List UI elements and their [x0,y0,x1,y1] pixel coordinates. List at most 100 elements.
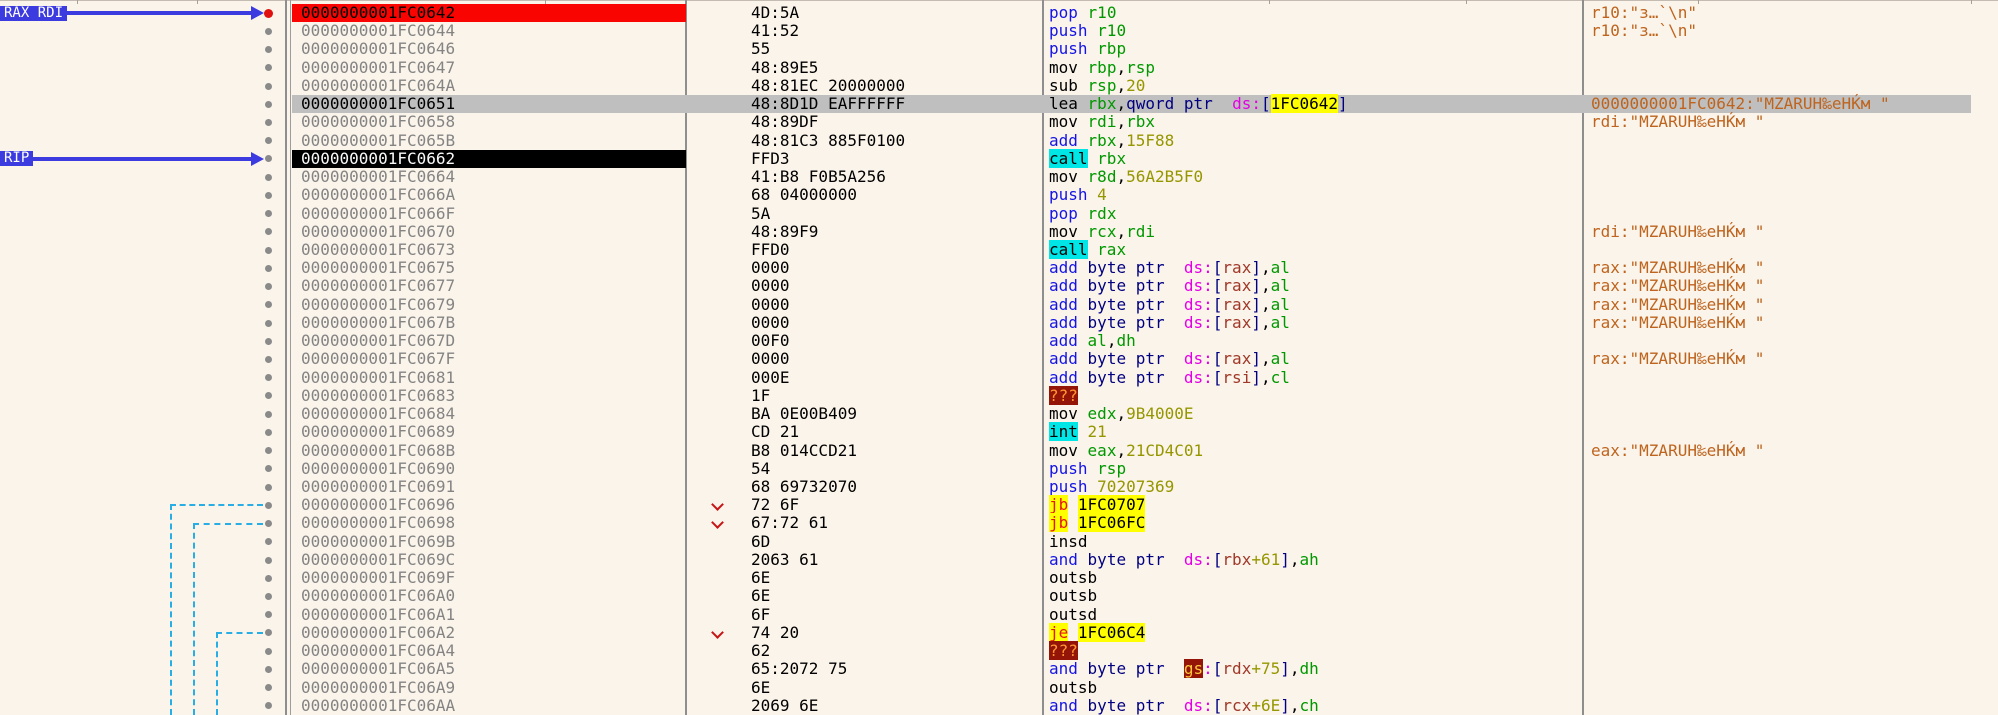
row-bullet-icon[interactable] [265,137,272,145]
address-cell[interactable]: 0000000001FC06A5 [301,660,455,678]
address-cell[interactable]: 0000000001FC0690 [301,459,455,478]
bytes-cell[interactable]: 6F [751,605,770,624]
disasm-row[interactable]: 0000000001FC06A9 6E outsb [0,678,1998,697]
address-cell[interactable]: 0000000001FC0664 [301,167,455,186]
row-bullet-icon[interactable] [265,592,272,600]
row-bullet-icon[interactable] [265,46,272,54]
disasm-row[interactable]: 0000000001FC0689 CD 21 int 21 [0,422,1998,442]
address-cell[interactable]: 0000000001FC0670 [301,222,455,241]
instruction-cell[interactable]: pop rdx [1049,204,1116,223]
row-bullet-icon[interactable] [265,64,272,72]
row-bullet-icon[interactable] [265,447,272,455]
address-cell[interactable]: 0000000001FC0677 [301,277,455,295]
instruction-cell[interactable]: and byte ptr ds:[rcx+6E],ch [1049,696,1319,715]
instruction-cell[interactable]: je 1FC06C4 [1049,622,1146,642]
bytes-cell[interactable]: 67:72 61 [751,514,828,532]
address-cell[interactable]: 0000000001FC0658 [301,113,455,131]
row-bullet-icon[interactable] [265,228,272,236]
row-bullet-icon[interactable] [265,574,272,582]
row-bullet-icon[interactable] [265,319,272,327]
bytes-cell[interactable]: 48:8D1D EAFFFFFF [751,94,905,113]
disasm-row[interactable]: 0000000001FC06AA 2069 6E and byte ptr ds:[… [0,696,1998,715]
bytes-cell[interactable]: 5A [751,204,770,223]
disasm-row[interactable]: 0000000001FC0691 68 69732070 push 70207369 [0,477,1998,496]
row-bullet-icon[interactable] [265,191,272,199]
disasm-row[interactable]: 0000000001FC06A0 6E outsb [0,587,1998,605]
row-bullet-icon[interactable] [265,501,272,509]
disasm-row[interactable]: 0000000001FC0681 000E add byte ptr ds:[rsi… [0,368,1998,387]
row-bullet-icon[interactable] [265,556,272,564]
bytes-cell[interactable]: 6E [751,568,770,587]
disasm-row[interactable]: 0000000001FC06A4 62??? [0,641,1998,661]
address-cell[interactable]: 0000000001FC067F [301,350,455,368]
row-bullet-icon[interactable] [265,27,272,35]
disasm-row[interactable]: 0000000001FC0644 41:52 push r10 r10:"з…`\n" [0,21,1998,40]
address-cell[interactable]: 0000000001FC0673 [301,240,455,259]
instruction-cell[interactable]: lea rbx,qword ptr ds:[1FC0642] [1049,94,1348,114]
bytes-cell[interactable]: 48:89E5 [751,58,818,77]
instruction-cell[interactable]: call rbx [1049,148,1126,168]
instruction-cell[interactable]: push rbp [1049,40,1126,58]
address-cell[interactable]: 0000000001FC06AA [301,696,455,715]
bytes-cell[interactable]: 68 04000000 [751,186,857,204]
bytes-cell[interactable]: 62 [751,641,770,660]
row-bullet-icon[interactable] [265,629,272,637]
row-bullet-icon[interactable] [265,155,272,163]
address-cell[interactable]: 0000000001FC065B [301,131,455,150]
bytes-cell[interactable]: 41:52 [751,21,799,40]
instruction-cell[interactable]: int 21 [1049,422,1107,442]
bytes-cell[interactable]: 48:81EC 20000000 [751,76,905,95]
address-cell[interactable]: 0000000001FC068B [301,441,455,460]
row-bullet-icon[interactable] [265,374,272,382]
disasm-row[interactable]: 0000000001FC06A1 6F outsd [0,605,1998,624]
instruction-cell[interactable]: push r10 [1049,22,1126,40]
address-cell[interactable]: 0000000001FC0642 [301,3,455,22]
instruction-cell[interactable]: push 70207369 [1049,477,1174,496]
row-bullet-icon[interactable] [265,82,272,90]
disasm-row[interactable]: 0000000001FC0690 54 push rsp [0,459,1998,478]
address-cell[interactable]: 0000000001FC0675 [301,258,455,277]
address-cell[interactable]: 0000000001FC06A4 [301,641,455,660]
row-bullet-icon[interactable] [265,173,272,181]
disasm-row[interactable]: 0000000001FC0673 FFD0 call rax [0,240,1998,259]
bytes-cell[interactable]: 4D:5A [751,3,799,22]
instruction-cell[interactable]: add byte ptr ds:[rsi],cl [1049,368,1290,387]
bytes-cell[interactable]: 68 69732070 [751,477,857,496]
instruction-cell[interactable]: outsb [1049,569,1097,587]
instruction-cell[interactable]: sub rsp,20 [1049,76,1145,95]
disasm-row[interactable]: 0000000001FC066F 5A pop rdx [0,204,1998,223]
row-bullet-icon[interactable] [265,355,272,363]
row-bullet-icon[interactable] [265,465,272,473]
instruction-cell[interactable]: ??? [1049,641,1078,661]
row-bullet-icon[interactable] [265,684,272,692]
bytes-cell[interactable]: 000E [751,368,790,387]
instruction-cell[interactable]: add byte ptr ds:[rax],al [1049,313,1290,332]
bytes-cell[interactable]: 6E [751,587,770,605]
address-cell[interactable]: 0000000001FC0662 [301,149,455,168]
disasm-row[interactable]: 0000000001FC0662 FFD3 call rbx [0,148,1998,169]
bytes-cell[interactable]: 65:2072 75 [751,660,847,678]
instruction-cell[interactable]: mov edx,9B4000E [1049,404,1194,423]
address-cell[interactable]: 0000000001FC0696 [301,495,455,514]
disasm-row[interactable]: 0000000001FC0664 41:B8 F0B5A256 mov r8d,56… [0,167,1998,186]
address-cell[interactable]: 0000000001FC0679 [301,295,455,314]
address-cell[interactable]: 0000000001FC069C [301,550,455,569]
address-cell[interactable]: 0000000001FC0646 [301,40,455,58]
row-bullet-icon[interactable] [265,611,272,619]
instruction-cell[interactable]: insd [1049,532,1088,551]
disasm-row[interactable]: 0000000001FC069B 6D insd [0,532,1998,551]
address-cell[interactable]: 0000000001FC06A9 [301,678,455,697]
bytes-cell[interactable]: 48:89DF [751,113,818,131]
instruction-cell[interactable]: add byte ptr ds:[rax],al [1049,295,1290,314]
row-bullet-icon[interactable] [265,702,272,710]
row-bullet-icon[interactable] [265,100,272,108]
bytes-cell[interactable]: 2063 61 [751,550,818,569]
instruction-cell[interactable]: mov rdi,rbx [1049,113,1155,131]
disasm-row[interactable]: 0000000001FC0651 48:8D1D EAFFFFFF lea rbx,… [0,94,1998,114]
address-cell[interactable]: 0000000001FC067D [301,331,455,350]
address-cell[interactable]: 0000000001FC067B [301,313,455,332]
instruction-cell[interactable]: add byte ptr ds:[rax],al [1049,277,1290,295]
instruction-cell[interactable]: add al,dh [1049,332,1136,350]
row-bullet-icon[interactable] [265,410,272,418]
disasm-row[interactable]: 0000000001FC0658 48:89DF mov rdi,rbx rdi:"M… [0,113,1998,131]
